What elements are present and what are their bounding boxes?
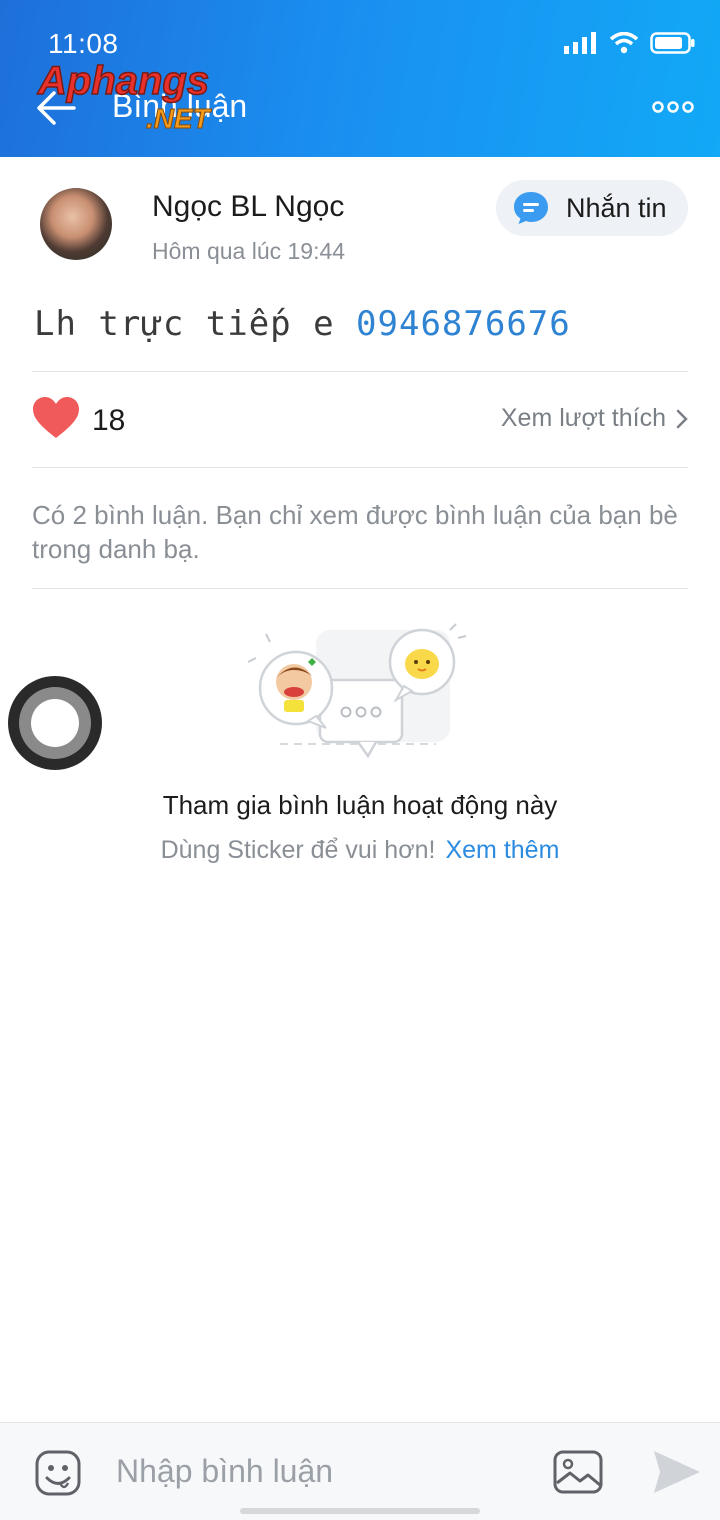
post-time: Hôm qua lúc 19:44: [152, 238, 346, 264]
post-text-prefix: Lh trực tiếp e: [34, 304, 357, 344]
emoji-icon[interactable]: [34, 1449, 82, 1497]
image-icon[interactable]: [552, 1449, 604, 1495]
empty-state-subtitle: Dùng Sticker để vui hơn!: [160, 836, 436, 864]
heart-icon[interactable]: [32, 396, 80, 440]
assistive-touch-button[interactable]: [8, 676, 102, 770]
more-icon[interactable]: [652, 100, 694, 114]
see-more-link[interactable]: Xem thêm: [445, 836, 559, 864]
assistive-touch-ring: [19, 687, 91, 759]
phone-link[interactable]: 0946876676: [356, 304, 571, 344]
send-icon[interactable]: [652, 1449, 702, 1495]
post-text: Lh trực tiếp e 0946876676: [34, 304, 571, 344]
comment-visibility-note: Có 2 bình luận. Bạn chỉ xem được bình lu…: [32, 500, 678, 564]
chat-bubble-icon: [514, 192, 548, 224]
home-indicator: [240, 1508, 480, 1514]
svg-text:.NET: .NET: [146, 103, 213, 134]
divider: [32, 467, 688, 468]
like-row: 18 Xem lượt thích: [32, 394, 692, 450]
empty-state-title: Tham gia bình luận hoạt động này: [162, 790, 558, 820]
view-likes-link[interactable]: Xem lượt thích: [501, 404, 688, 433]
app-header: 11:08 Bình luận Aphangs .NET: [0, 0, 720, 157]
comment-input-bar: [0, 1422, 720, 1520]
view-likes-label: Xem lượt thích: [500, 404, 666, 432]
signal-icon: [564, 32, 596, 54]
aphangs-watermark-logo: Aphangs .NET: [36, 58, 213, 134]
assistive-touch-core: [31, 699, 79, 747]
battery-icon: [650, 32, 695, 54]
like-count: 18: [92, 404, 126, 437]
status-icons: [564, 32, 696, 54]
comment-input[interactable]: [116, 1445, 516, 1497]
svg-text:Aphangs: Aphangs: [37, 59, 209, 103]
message-button[interactable]: Nhắn tin: [496, 180, 688, 236]
divider: [32, 371, 688, 372]
wifi-icon: [610, 32, 638, 54]
author-name[interactable]: Ngọc BL Ngọc: [152, 190, 344, 224]
empty-state-subtitle-row: Dùng Sticker để vui hơn! Xem thêm: [0, 836, 720, 865]
sticker-illustration: [247, 623, 467, 759]
message-button-label: Nhắn tin: [566, 192, 667, 223]
divider: [32, 588, 688, 589]
author-avatar[interactable]: [40, 188, 112, 260]
chevron-right-icon: [676, 409, 688, 428]
